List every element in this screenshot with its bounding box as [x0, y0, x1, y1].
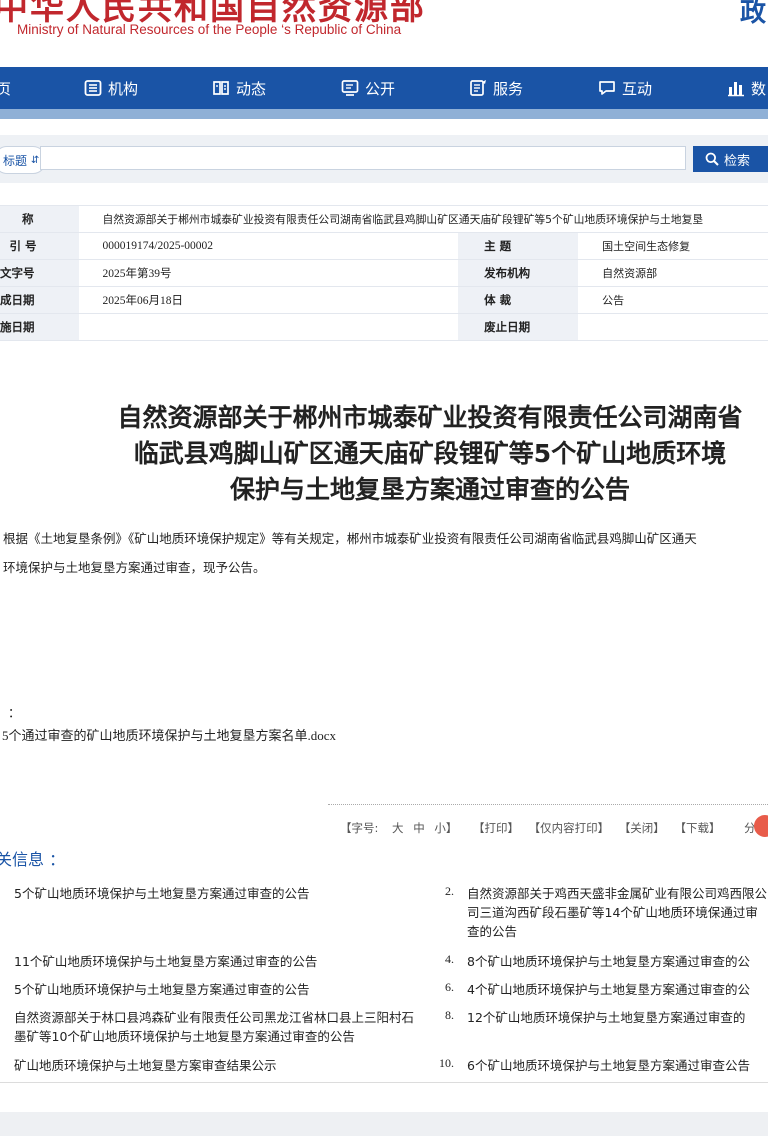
nav-item-label: 动态 [236, 79, 267, 98]
font-size-medium-button[interactable]: 中 [413, 821, 425, 835]
data-icon [728, 82, 744, 97]
nav-item-org[interactable]: 机构 [84, 67, 138, 109]
nav-item-label: 公开 [365, 79, 396, 98]
divider [328, 804, 768, 805]
related-number: 8. [445, 1008, 454, 1022]
nav-item-service[interactable]: 服务 [469, 67, 523, 109]
meta-row: 称 自然资源部关于郴州市城泰矿业投资有限责任公司湖南省临武县鸡脚山矿区通天庙矿段… [0, 205, 768, 233]
meta-row: 成日期 2025年06月18日 体 裁 公告 [0, 286, 768, 314]
related-link[interactable]: 自然资源部关于鸡西天盛非金属矿业有限公司鸡西限公司三道沟西矿段石墨矿等14个矿山… [467, 884, 768, 941]
main-nav: 页 机构 动态 公开 服务 互动 数 [0, 67, 768, 109]
meta-key: 引 号 [0, 232, 79, 260]
font-size-large-button[interactable]: 大 [392, 821, 404, 835]
attachment-link[interactable]: 5个通过审查的矿山地质环境保护与土地复垦方案名单.docx [2, 725, 336, 744]
meta-key: 成日期 [0, 286, 79, 314]
article-title-line: 临武县鸡脚山矿区通天庙矿段锂矿等5个矿山地质环境 [133, 439, 727, 468]
meta-value: 公告 [578, 286, 768, 314]
article-paragraph: 根据《土地复垦条例》《矿山地质环境保护规定》等有关规定，郴州市城泰矿业投资有限责… [3, 531, 697, 546]
article-title-line: 自然资源部关于郴州市城泰矿业投资有限责任公司湖南省 [117, 403, 743, 432]
related-link[interactable]: 11个矿山地质环境保护与土地复垦方案通过审查的公告 [14, 952, 424, 971]
nav-item-label: 机构 [108, 79, 139, 98]
org-icon [84, 80, 102, 96]
font-size-small-button[interactable]: 小】 [434, 821, 457, 835]
news-icon [213, 81, 229, 95]
nav-underline [0, 109, 768, 119]
service-icon [470, 80, 486, 96]
meta-key: 废止日期 [458, 313, 579, 341]
related-number: 6. [445, 980, 454, 994]
article-tools: 【字号: 大 中 小】 【打印】 【仅内容打印】 【关闭】 【下载】 分享到 [340, 820, 768, 836]
meta-value: 000019174/2025-00002 [78, 232, 459, 260]
meta-key: 称 [0, 205, 79, 233]
meta-key: 主 题 [458, 232, 579, 260]
print-content-button[interactable]: 【仅内容打印】 [529, 821, 610, 835]
meta-value: 国土空间生态修复 [578, 232, 768, 260]
nav-item-label: 页 [0, 79, 12, 98]
related-link[interactable]: 5个矿山地质环境保护与土地复垦方案通过审查的公告 [14, 884, 424, 903]
open-icon [341, 80, 359, 96]
nav-item-interact[interactable]: 互动 [598, 67, 652, 109]
chat-icon [599, 81, 615, 95]
related-link[interactable]: 4个矿山地质环境保护与土地复垦方案通过审查的公 [467, 980, 768, 999]
header-right-text[interactable]: 政 [740, 0, 766, 29]
nav-item-label: 互动 [622, 79, 653, 98]
nav-item-home[interactable]: 页 [0, 67, 11, 109]
related-number: 2. [445, 884, 454, 898]
search-button-label: 检索 [724, 152, 751, 168]
search-icon [705, 152, 719, 166]
divider [0, 1082, 768, 1083]
related-link[interactable]: 矿山地质环境保护与土地复垦方案审查结果公示 [14, 1056, 424, 1075]
search-select-value: 标题 [3, 153, 28, 168]
related-link[interactable]: 8个矿山地质环境保护与土地复垦方案通过审查的公 [467, 952, 768, 971]
download-button[interactable]: 【下载】 [674, 821, 720, 835]
related-number: 10. [439, 1056, 454, 1070]
search-input[interactable] [40, 146, 686, 170]
meta-value: 2025年06月18日 [78, 286, 459, 314]
meta-row: 引 号 000019174/2025-00002 主 题 国土空间生态修复 [0, 232, 768, 260]
meta-value: 自然资源部 [578, 259, 768, 287]
related-link[interactable]: 自然资源部关于林口县鸿森矿业有限责任公司黑龙江省林口县上三阳村石墨矿等10个矿山… [14, 1008, 426, 1046]
site-subtitle: Ministry of Natural Resources of the Peo… [17, 22, 402, 37]
search-button[interactable]: 检索 [693, 146, 768, 172]
meta-value: 自然资源部关于郴州市城泰矿业投资有限责任公司湖南省临武县鸡脚山矿区通天庙矿段锂矿… [78, 205, 768, 233]
meta-key: 发布机构 [458, 259, 579, 287]
article-paragraph: 环境保护与土地复垦方案通过审查，现予公告。 [3, 560, 266, 575]
related-link[interactable]: 12个矿山地质环境保护与土地复垦方案通过审查的 [467, 1008, 768, 1027]
meta-key: 体 裁 [458, 286, 579, 314]
meta-key: 施日期 [0, 313, 79, 341]
meta-row: 施日期 废止日期 [0, 313, 768, 341]
nav-item-label: 服务 [493, 79, 524, 98]
related-link[interactable]: 6个矿山地质环境保护与土地复垦方案通过审查公告 [467, 1056, 768, 1075]
nav-item-data[interactable]: 数 [727, 67, 766, 109]
chevron-updown-icon: ⇵ [31, 154, 40, 166]
meta-value: 2025年第39号 [78, 259, 459, 287]
related-link[interactable]: 5个矿山地质环境保护与土地复垦方案通过审查的公告 [14, 980, 424, 999]
meta-key: 文字号 [0, 259, 79, 287]
print-button[interactable]: 【打印】 [473, 821, 519, 835]
article-title: 自然资源部关于郴州市城泰矿业投资有限责任公司湖南省 临武县鸡脚山矿区通天庙矿段锂… [0, 400, 768, 508]
meta-value [578, 313, 768, 341]
attachment-label: ： [8, 705, 21, 720]
document-meta-table: 称 自然资源部关于郴州市城泰矿业投资有限责任公司湖南省临武县鸡脚山矿区通天庙矿段… [0, 205, 768, 341]
meta-value [78, 313, 459, 341]
nav-item-label: 数 [751, 79, 767, 98]
nav-item-news[interactable]: 动态 [212, 67, 266, 109]
close-button[interactable]: 【关闭】 [619, 821, 665, 835]
nav-item-open[interactable]: 公开 [341, 67, 395, 109]
related-info-title: 关信息 ： [0, 850, 66, 869]
meta-row: 文字号 2025年第39号 发布机构 自然资源部 [0, 259, 768, 287]
article-title-line: 保护与土地复垦方案通过审查的公告 [229, 475, 630, 504]
footer-band [0, 1112, 768, 1136]
related-number: 4. [445, 952, 454, 966]
font-size-label: 【字号: [340, 821, 379, 835]
